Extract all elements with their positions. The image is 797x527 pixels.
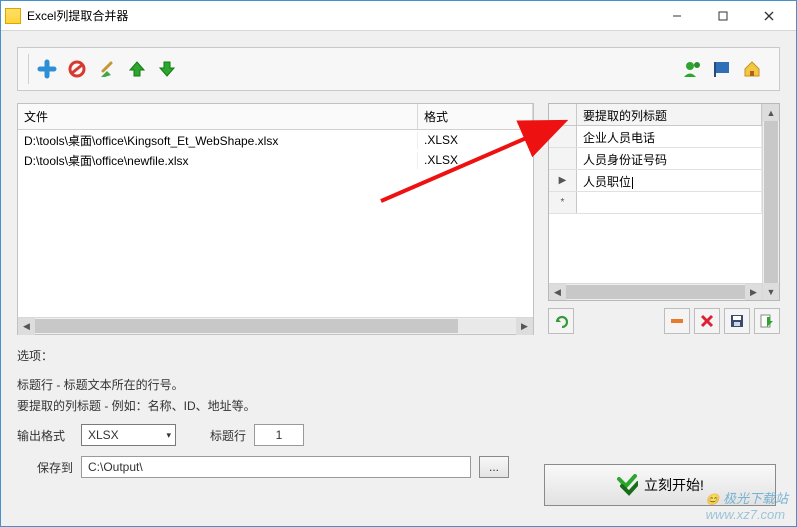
flag-button[interactable] (709, 56, 735, 82)
start-icon (616, 474, 638, 496)
file-row[interactable]: D:\tools\桌面\office\Kingsoft_Et_WebShape.… (18, 130, 533, 150)
chevron-down-icon: ▾ (166, 430, 171, 441)
column-name-cell[interactable]: 人员身份证号码 (577, 148, 762, 169)
arrow-down-icon (157, 59, 177, 79)
app-window: Excel列提取合并器 (0, 0, 797, 527)
browse-button[interactable]: ... (479, 456, 509, 478)
scroll-track[interactable] (566, 285, 745, 299)
options-label: 选项： (17, 347, 53, 364)
add-file-button[interactable] (34, 56, 60, 82)
start-button[interactable]: 立刻开始! (544, 464, 776, 506)
row-indicator-current: ▶ (549, 170, 577, 191)
scroll-down-button[interactable]: ▼ (763, 283, 779, 300)
flag-icon (712, 59, 732, 79)
user-icon (682, 59, 702, 79)
column-name-cell[interactable]: 企业人员电话 (577, 126, 762, 147)
export-button[interactable] (754, 308, 780, 334)
column-name-cell-new[interactable] (577, 192, 762, 213)
remove-row-icon (669, 313, 685, 329)
file-path-cell: D:\tools\桌面\office\Kingsoft_Et_WebShape.… (18, 132, 418, 149)
grid-row[interactable]: 人员身份证号码 (549, 148, 762, 170)
save-to-input[interactable]: C:\Output\ (81, 456, 471, 478)
scroll-thumb[interactable] (764, 121, 778, 283)
scroll-thumb[interactable] (566, 285, 745, 299)
column-name-cell-editing[interactable]: 人员职位 (577, 170, 762, 191)
save-icon (729, 313, 745, 329)
start-button-label: 立刻开始! (644, 475, 704, 495)
minimize-button[interactable] (654, 2, 700, 30)
arrow-up-icon (127, 59, 147, 79)
scroll-left-button[interactable]: ◀ (549, 284, 566, 301)
options-desc-1: 标题行 - 标题文本所在的行号。 (17, 376, 780, 393)
delete-icon (699, 313, 715, 329)
scroll-thumb[interactable] (35, 319, 458, 333)
file-path-cell: D:\tools\桌面\office\newfile.xlsx (18, 152, 418, 169)
scroll-right-button[interactable]: ▶ (745, 284, 762, 301)
remove-row-button[interactable] (664, 308, 690, 334)
remove-file-button[interactable] (64, 56, 90, 82)
row-indicator (549, 148, 577, 169)
app-icon (5, 8, 21, 24)
clear-button[interactable] (94, 56, 120, 82)
col-header-format[interactable]: 格式 (418, 104, 533, 129)
grid-row[interactable]: 企业人员电话 (549, 126, 762, 148)
home-icon (742, 59, 762, 79)
grid-corner[interactable] (549, 104, 577, 125)
file-row[interactable]: D:\tools\桌面\office\newfile.xlsx .XLSX (18, 150, 533, 170)
options-section: 选项： 标题行 - 标题文本所在的行号。 要提取的列标题 - 例如：名称、ID、… (17, 347, 780, 478)
file-list-hscroll[interactable]: ◀ ▶ (18, 317, 533, 334)
grid-vscroll[interactable]: ▲ ▼ (762, 104, 779, 300)
broom-icon (97, 59, 117, 79)
grid-hscroll[interactable]: ◀ ▶ (549, 283, 762, 300)
client-area: 文件 格式 D:\tools\桌面\office\Kingsoft_Et_Web… (1, 31, 796, 526)
window-title: Excel列提取合并器 (27, 7, 128, 24)
options-desc-2: 要提取的列标题 - 例如：名称、ID、地址等。 (17, 397, 780, 414)
scroll-right-button[interactable]: ▶ (516, 318, 533, 335)
redo-button[interactable] (548, 308, 574, 334)
move-up-button[interactable] (124, 56, 150, 82)
grid-header[interactable]: 要提取的列标题 (577, 104, 762, 125)
plus-icon (37, 59, 57, 79)
file-format-cell: .XLSX (418, 133, 533, 147)
save-to-label: 保存到 (17, 459, 73, 476)
col-header-file[interactable]: 文件 (18, 104, 418, 129)
move-down-button[interactable] (154, 56, 180, 82)
delete-button[interactable] (694, 308, 720, 334)
forbid-icon (67, 59, 87, 79)
grid-row[interactable]: ▶ 人员职位 (549, 170, 762, 192)
close-button[interactable] (746, 2, 792, 30)
row-indicator (549, 126, 577, 147)
extract-column-panel: 要提取的列标题 企业人员电话 人员身份证号码 ▶ (548, 103, 780, 335)
scroll-up-button[interactable]: ▲ (763, 104, 779, 121)
window-controls (654, 2, 792, 30)
output-format-label: 输出格式 (17, 427, 73, 444)
export-icon (759, 313, 775, 329)
file-format-cell: .XLSX (418, 153, 533, 167)
header-row-label: 标题行 (210, 427, 246, 444)
scroll-left-button[interactable]: ◀ (18, 318, 35, 335)
user-button[interactable] (679, 56, 705, 82)
column-grid: 要提取的列标题 企业人员电话 人员身份证号码 ▶ (548, 103, 780, 301)
output-format-select[interactable]: XLSX ▾ (81, 424, 176, 446)
redo-icon (553, 313, 569, 329)
main-toolbar (17, 47, 780, 91)
output-format-value: XLSX (88, 428, 119, 442)
grid-new-row[interactable]: * (549, 192, 762, 214)
column-toolbar (548, 307, 780, 335)
home-button[interactable] (739, 56, 765, 82)
titlebar: Excel列提取合并器 (1, 1, 796, 31)
scroll-track[interactable] (35, 319, 516, 333)
save-button[interactable] (724, 308, 750, 334)
maximize-button[interactable] (700, 2, 746, 30)
file-list-header: 文件 格式 (18, 104, 533, 130)
file-list-panel: 文件 格式 D:\tools\桌面\office\Kingsoft_Et_Web… (17, 103, 534, 335)
row-indicator-new: * (549, 192, 577, 213)
file-list-body[interactable]: D:\tools\桌面\office\Kingsoft_Et_WebShape.… (18, 130, 533, 317)
header-row-input[interactable]: 1 (254, 424, 304, 446)
content-row: 文件 格式 D:\tools\桌面\office\Kingsoft_Et_Web… (17, 103, 780, 335)
